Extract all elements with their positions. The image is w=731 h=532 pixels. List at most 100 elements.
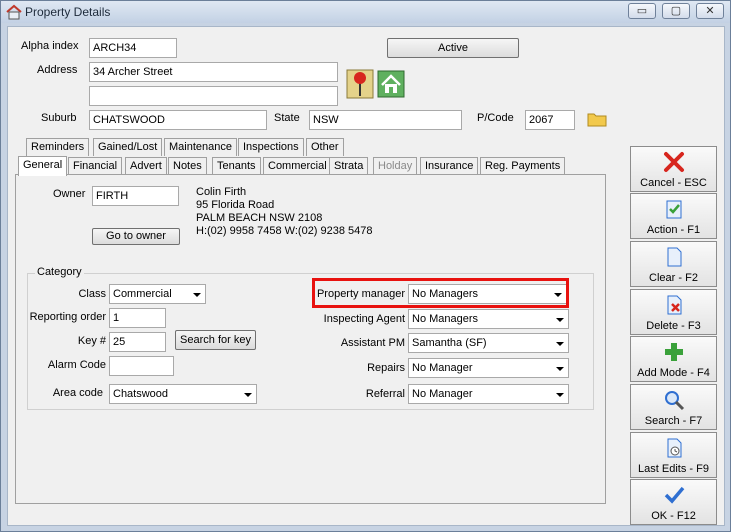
folder-icon[interactable] (587, 111, 607, 127)
alarm-code-label: Alarm Code (47, 359, 106, 371)
category-title: Category (35, 266, 84, 278)
tab-financial[interactable]: Financial (68, 157, 123, 175)
tab-insurance[interactable]: Insurance (420, 157, 479, 175)
class-label: Class (78, 288, 106, 300)
restore-icon: ▢ (670, 5, 682, 17)
search-button-label: Search - F7 (644, 415, 703, 427)
clipboard-check-icon (666, 200, 682, 219)
last-edits-button-label: Last Edits - F9 (638, 463, 709, 475)
owner-label: Owner (53, 188, 86, 200)
postcode-label: P/Code (477, 112, 514, 124)
add-mode-button[interactable]: Add Mode - F4 (630, 336, 717, 382)
delete-page-icon (667, 295, 682, 315)
magnifier-icon (665, 391, 685, 411)
checkmark-icon (664, 486, 685, 504)
minimize-icon: ▭ (636, 5, 648, 17)
address-line2-field[interactable] (89, 86, 338, 106)
key-number-label: Key # (77, 335, 106, 347)
area-code-label: Area code (52, 387, 103, 399)
minimize-button[interactable]: ▭ (628, 3, 656, 19)
class-value: Commercial (113, 288, 172, 300)
inspecting-agent-label: Inspecting Agent (323, 313, 405, 325)
blank-page-icon (667, 247, 682, 267)
plus-icon (665, 343, 683, 361)
owner-address2: PALM BEACH NSW 2108 (196, 212, 323, 224)
property-manager-highlight (312, 278, 569, 308)
suburb-field[interactable]: CHATSWOOD (89, 110, 267, 130)
alarm-code-field[interactable] (109, 356, 174, 376)
repairs-label: Repairs (367, 362, 405, 374)
tab-inspections[interactable]: Inspections (238, 138, 304, 156)
tab-commercial[interactable]: Commercial (263, 157, 332, 175)
tab-gained-lost[interactable]: Gained/Lost (93, 138, 163, 156)
tab-maintenance[interactable]: Maintenance (164, 138, 237, 156)
delete-button-label: Delete - F3 (646, 320, 701, 332)
go-to-owner-button[interactable]: Go to owner (92, 228, 180, 245)
active-status-button[interactable]: Active (387, 38, 519, 58)
alpha-index-label: Alpha index (21, 40, 79, 52)
ok-button[interactable]: OK - F12 (630, 479, 717, 525)
alpha-index-field[interactable]: ARCH34 (89, 38, 177, 58)
inspecting-agent-select[interactable]: No Managers (408, 309, 569, 329)
tab-strata[interactable]: Strata (329, 157, 369, 175)
chevron-down-icon (193, 293, 201, 297)
chevron-down-icon (556, 318, 564, 322)
house-map-icon[interactable] (377, 70, 405, 98)
state-label: State (274, 112, 300, 124)
owner-phones: H:(02) 9958 7458 W:(02) 9238 5478 (196, 225, 373, 237)
history-page-icon (667, 438, 682, 458)
tab-advert[interactable]: Advert (125, 157, 167, 175)
key-number-field[interactable]: 25 (109, 332, 166, 352)
chevron-down-icon (556, 393, 564, 397)
class-select[interactable]: Commercial (109, 284, 206, 304)
house-icon (6, 4, 22, 20)
referral-value: No Manager (412, 388, 473, 400)
reporting-order-label: Reporting order (29, 311, 106, 323)
address-label: Address (37, 64, 78, 76)
repairs-select[interactable]: No Manager (408, 358, 569, 378)
tab-tenants[interactable]: Tenants (212, 157, 261, 175)
map-pin-icon[interactable] (346, 69, 374, 99)
clear-button[interactable]: Clear - F2 (630, 241, 717, 287)
tab-notes[interactable]: Notes (168, 157, 207, 175)
search-button[interactable]: Search - F7 (630, 384, 717, 430)
action-button[interactable]: Action - F1 (630, 193, 717, 239)
add-mode-button-label: Add Mode - F4 (637, 367, 710, 379)
area-code-select[interactable]: Chatswood (109, 384, 257, 404)
search-for-key-button[interactable]: Search for key (175, 330, 256, 350)
reporting-order-field[interactable]: 1 (109, 308, 166, 328)
tab-reg-payments[interactable]: Reg. Payments (480, 157, 566, 175)
tab-general[interactable]: General (18, 156, 68, 176)
last-edits-button[interactable]: Last Edits - F9 (630, 432, 717, 478)
tab-reminders[interactable]: Reminders (26, 138, 90, 156)
cancel-button-label: Cancel - ESC (640, 177, 707, 189)
tab-other[interactable]: Other (306, 138, 344, 156)
state-field[interactable]: NSW (309, 110, 462, 130)
assistant-pm-select[interactable]: Samantha (SF) (408, 333, 569, 353)
window-title: Property Details (25, 5, 111, 19)
property-details-window: Property Details ▭ ▢ ✕ Alpha index ARCH3… (0, 0, 731, 532)
chevron-down-icon (556, 342, 564, 346)
address-line1-field[interactable]: 34 Archer Street (89, 62, 338, 82)
restore-button[interactable]: ▢ (662, 3, 690, 19)
ok-button-label: OK - F12 (651, 510, 696, 522)
suburb-label: Suburb (41, 112, 77, 124)
action-button-label: Action - F1 (646, 224, 701, 236)
close-button[interactable]: ✕ (696, 3, 724, 19)
cancel-button[interactable]: Cancel - ESC (630, 146, 717, 192)
referral-select[interactable]: No Manager (408, 384, 569, 404)
title-bar[interactable]: Property Details ▭ ▢ ✕ (1, 1, 730, 23)
inspecting-agent-value: No Managers (412, 313, 479, 325)
close-icon: ✕ (705, 5, 715, 17)
chevron-down-icon (244, 393, 252, 397)
assistant-pm-label: Assistant PM (340, 337, 405, 349)
clear-button-label: Clear - F2 (649, 272, 698, 284)
owner-field[interactable]: FIRTH (92, 186, 179, 206)
owner-name: Colin Firth (196, 186, 247, 198)
delete-button[interactable]: Delete - F3 (630, 289, 717, 335)
postcode-field[interactable]: 2067 (525, 110, 575, 130)
chevron-down-icon (556, 367, 564, 371)
tab-holday[interactable]: Holday (373, 157, 418, 175)
cancel-x-icon (664, 152, 684, 172)
owner-address1: 95 Florida Road (196, 199, 275, 211)
